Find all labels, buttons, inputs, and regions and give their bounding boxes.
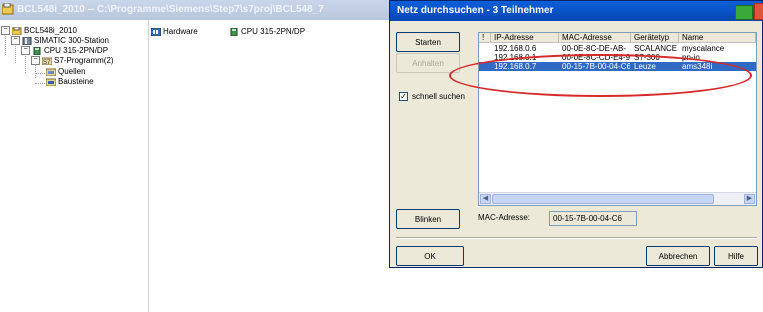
tree-item-station[interactable]: − SIMATIC 300-Station: [11, 36, 109, 46]
type-cell: SCALANCE...: [634, 44, 678, 53]
browse-network-dialog: Netz durchsuchen - 3 Teilnehmer Starten …: [389, 0, 763, 268]
ip-cell: 192.168.0.6: [494, 44, 537, 53]
tree-item-project[interactable]: − BCL548i_2010: [1, 26, 77, 36]
help-button[interactable]: Hilfe: [714, 246, 758, 266]
stop-button[interactable]: Anhalten: [396, 53, 460, 73]
tree-item-s7-program[interactable]: − S7 S7-Programm(2): [31, 56, 114, 66]
divider: [396, 237, 757, 239]
network-icon[interactable]: [735, 5, 753, 20]
content-item-label: CPU 315-2PN/DP: [241, 27, 306, 36]
cancel-button[interactable]: Abbrechen: [646, 246, 710, 266]
collapse-icon[interactable]: −: [31, 56, 40, 66]
content-item-hardware[interactable]: Hardware: [150, 27, 198, 37]
scroll-left-icon[interactable]: ◀: [480, 194, 491, 204]
mac-cell: 00-0E-8C-DE-AB-: [562, 44, 627, 53]
annotation-ellipse: [449, 54, 752, 97]
dialog-titlebar[interactable]: Netz durchsuchen - 3 Teilnehmer: [390, 1, 762, 21]
tree-item-sources[interactable]: Quellen: [45, 67, 86, 77]
mac-address-field: 00-15-7B-00-04-C6: [549, 211, 637, 226]
blocks-folder-icon: [45, 78, 57, 87]
horizontal-scrollbar[interactable]: ◀ ▶: [479, 192, 756, 205]
svg-text:S7: S7: [43, 60, 51, 65]
collapse-icon[interactable]: −: [21, 46, 30, 56]
tree-item-label: CPU 315-2PN/DP: [44, 46, 109, 55]
column-header-name[interactable]: Name: [679, 33, 756, 43]
tree-item-label: Quellen: [58, 67, 86, 76]
folder-icon: [45, 68, 57, 77]
hardware-icon: [150, 27, 162, 37]
cpu-icon: [32, 46, 42, 56]
main-window-title: BCL548i_2010 -- C:\Programme\Siemens\Ste…: [17, 4, 324, 15]
program-icon: S7: [41, 57, 53, 66]
tree-item-label: BCL548i_2010: [24, 26, 77, 35]
ok-button[interactable]: OK: [396, 246, 464, 266]
simatic-project-icon: [1, 2, 14, 15]
station-icon: [22, 36, 32, 46]
collapse-icon[interactable]: −: [11, 36, 20, 46]
scroll-thumb[interactable]: [492, 194, 714, 204]
table-row[interactable]: 192.168.0.6 00-0E-8C-DE-AB- SCALANCE... …: [479, 44, 756, 53]
blink-button[interactable]: Blinken: [396, 209, 460, 229]
name-cell: myscalance: [682, 44, 725, 53]
dialog-title: Netz durchsuchen - 3 Teilnehmer: [397, 5, 554, 16]
content-item-label: Hardware: [163, 27, 198, 36]
project-tree[interactable]: − BCL548i_2010 − SIMATIC 300-Station − CPU …: [0, 20, 149, 312]
content-item-cpu[interactable]: CPU 315-2PN/DP: [229, 27, 305, 37]
tree-item-label: Bausteine: [58, 77, 94, 86]
cpu-icon: [229, 27, 239, 37]
column-header-flag[interactable]: !: [479, 33, 491, 43]
project-icon: [11, 26, 22, 36]
start-button[interactable]: Starten: [396, 32, 460, 52]
fast-search-checkbox[interactable]: ✓: [399, 92, 408, 101]
column-header-mac[interactable]: MAC-Adresse: [559, 33, 631, 43]
tree-item-blocks[interactable]: Bausteine: [45, 77, 94, 87]
column-header-ip[interactable]: IP-Adresse: [491, 33, 559, 43]
mac-address-label: MAC-Adresse:: [478, 213, 531, 222]
tree-item-cpu[interactable]: − CPU 315-2PN/DP: [21, 46, 108, 56]
scroll-right-icon[interactable]: ▶: [744, 194, 755, 204]
collapse-icon[interactable]: −: [1, 26, 10, 36]
close-icon[interactable]: [754, 3, 763, 20]
fast-search-label: schnell suchen: [412, 92, 465, 101]
tree-item-label: SIMATIC 300-Station: [34, 36, 109, 45]
tree-item-label: S7-Programm(2): [54, 56, 114, 65]
column-header-type[interactable]: Gerätetyp: [631, 33, 679, 43]
